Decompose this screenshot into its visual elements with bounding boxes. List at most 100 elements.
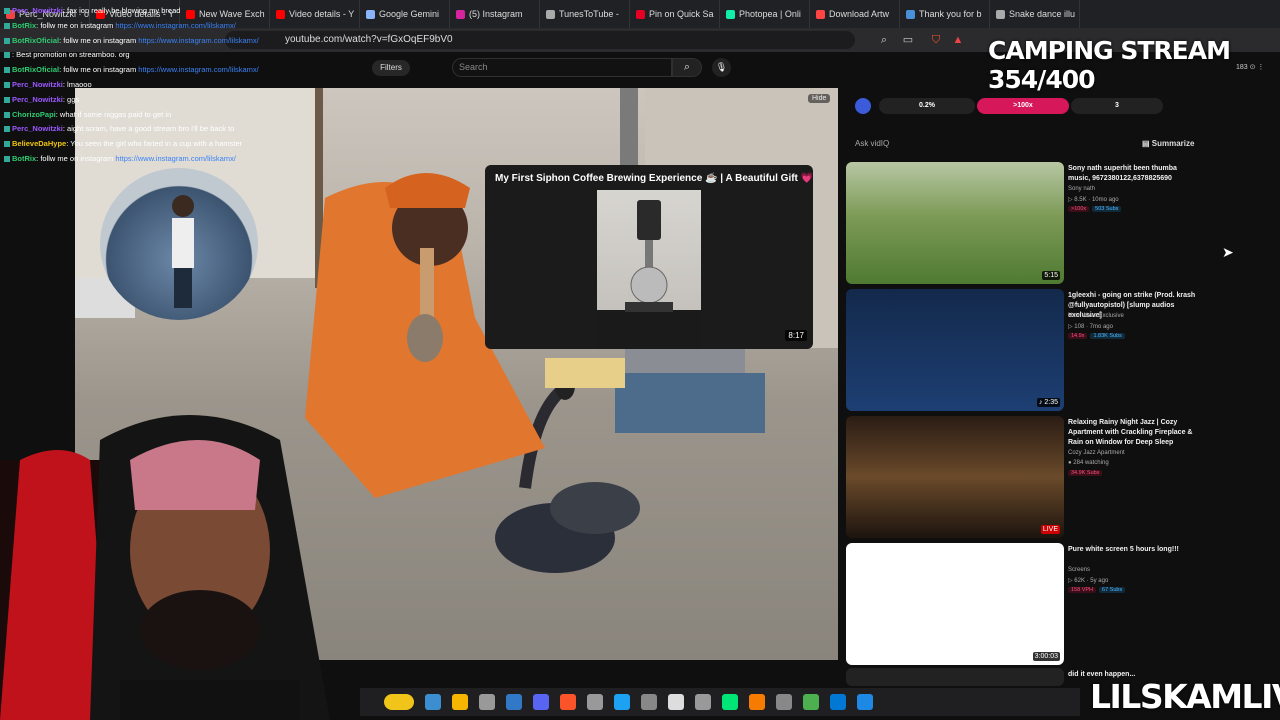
vidiq-tag: 34.9K Subs	[1068, 470, 1103, 476]
vidiq-icon[interactable]	[855, 98, 871, 114]
rewards-icon[interactable]: ▲	[952, 34, 964, 46]
miniplayer-title: My First Siphon Coffee Brewing Experienc…	[495, 173, 813, 184]
taskbar-app-icon[interactable]	[695, 694, 711, 710]
video-thumbnail[interactable]: 3:00:03	[846, 543, 1064, 665]
taskbar-app-icon[interactable]	[560, 694, 576, 710]
video-title[interactable]: Sony nath superhit been thumba music, 96…	[1068, 164, 1196, 184]
chat-text: : You seen the girl who farted in a cup …	[66, 139, 243, 149]
video-stats: ▷ 108 · 7mo ago	[1068, 324, 1113, 330]
taskbar-app-icon[interactable]	[425, 694, 441, 710]
recommended-video[interactable]: ♪ 2:35 1gleexhi - going on strike (Prod. …	[846, 289, 1196, 411]
tab-label: Pin on Quick Sa	[649, 9, 714, 19]
browser-tab[interactable]: Photopea | Onli	[720, 0, 810, 28]
channel-name[interactable]: Cozy Jazz Apartment	[1068, 450, 1125, 456]
badge-icon	[4, 111, 10, 118]
channel-name[interactable]: Sony nath	[1068, 186, 1095, 192]
miniplayer-video[interactable]	[597, 190, 701, 349]
browser-tab[interactable]: Pin on Quick Sa	[630, 0, 720, 28]
summarize-button[interactable]: ▤ Summarize	[1142, 139, 1194, 148]
tab-favicon-icon	[546, 9, 555, 19]
streamer-facecam	[0, 400, 370, 720]
search-button[interactable]: ⌕	[672, 58, 702, 77]
guest-camera	[100, 168, 258, 320]
chat-message: BelieveDaHype: You seen the girl who far…	[0, 137, 300, 152]
vidiq-tags: 34.9K Subs	[1068, 470, 1105, 476]
filters-button[interactable]: Filters	[372, 60, 410, 76]
taskbar-app-icon[interactable]	[668, 694, 684, 710]
miniplayer[interactable]: My First Siphon Coffee Brewing Experienc…	[485, 165, 813, 349]
video-title[interactable]: Relaxing Rainy Night Jazz | Cozy Apartme…	[1068, 418, 1196, 448]
chat-message: BotRixOficial: follw me on instagram htt…	[0, 63, 300, 78]
browser-tab[interactable]: Google Gemini	[360, 0, 450, 28]
chat-text: : Best promotion on streamboo. org	[12, 50, 130, 60]
vidiq-tag: >100x	[1068, 206, 1090, 212]
chat-username: BotRixOficial	[12, 35, 60, 45]
video-stats: ▷ 62K · 5y ago	[1068, 578, 1109, 584]
brand-overlay: LILSKAMLIVE	[1090, 677, 1280, 716]
brave-shield-icon[interactable]: ⛉	[930, 34, 942, 46]
taskbar-app-icon[interactable]	[749, 694, 765, 710]
url-field[interactable]: youtube.com/watch?v=fGxOqEF9bV0	[225, 31, 855, 49]
badge-icon	[4, 8, 10, 15]
video-thumbnail[interactable]: 5:15	[846, 162, 1064, 284]
chat-link[interactable]: https://www.instagram.com/lilskamx/	[138, 36, 258, 45]
recommended-video[interactable]: LIVE Relaxing Rainy Night Jazz | Cozy Apa…	[846, 416, 1196, 538]
video-duration: 3:00:03	[1032, 652, 1060, 661]
taskbar-app-icon[interactable]	[722, 694, 738, 710]
channel-name[interactable]: New Wave Exclusive	[1068, 313, 1124, 319]
hide-button[interactable]: Hide	[808, 94, 831, 103]
taskbar-app-icon[interactable]	[533, 694, 549, 710]
summarize-icon: ▤	[1142, 139, 1152, 148]
vidiq-stats-bar: 0.2% >100x 3	[855, 96, 1183, 116]
chat-username: BotRix	[12, 20, 37, 30]
chat-text: : follw me on instagram	[36, 20, 116, 30]
chat-text: : what if some niggas paid to get in	[55, 109, 172, 119]
channel-name[interactable]: Screens	[1068, 567, 1090, 573]
chat-link[interactable]: https://www.instagram.com/lilskamx/	[138, 65, 258, 74]
recommended-video[interactable]: 3:00:03 Pure white screen 5 hours long!!!…	[846, 543, 1196, 665]
browser-tab[interactable]: Thank you for b	[900, 0, 990, 28]
video-thumbnail[interactable]: ♪ 2:35	[846, 289, 1064, 411]
vidiq-tag: 1.83K Subs	[1090, 333, 1125, 339]
vidiq-pill-outlier: >100x	[977, 98, 1069, 114]
taskbar-app-icon[interactable]	[776, 694, 792, 710]
taskbar-app-icon[interactable]	[384, 694, 414, 710]
tab-favicon-icon	[636, 9, 645, 19]
tab-label: TunesToTube -	[559, 9, 619, 19]
chat-text: : follw me on instagram	[36, 153, 116, 163]
browser-tab[interactable]: Download Artw	[810, 0, 900, 28]
taskbar-app-icon[interactable]	[830, 694, 846, 710]
video-thumbnail[interactable]	[846, 668, 1064, 686]
taskbar-app-icon[interactable]	[587, 694, 603, 710]
chat-text: : ggs	[62, 94, 80, 104]
video-duration: ♪ 2:35	[1036, 398, 1060, 407]
taskbar-app-icon[interactable]	[614, 694, 630, 710]
taskbar-app-icon[interactable]	[641, 694, 657, 710]
browser-tab[interactable]: (5) Instagram	[450, 0, 540, 28]
tab-favicon-icon	[366, 9, 375, 19]
search-input[interactable]: Search	[452, 58, 672, 77]
chat-text: : follw me on instagram	[59, 65, 139, 75]
video-title[interactable]: Pure white screen 5 hours long!!!	[1068, 545, 1196, 555]
search-icon: ⌕	[683, 61, 691, 73]
browser-tab[interactable]: Snake dance illu	[990, 0, 1080, 28]
tab-label: Snake dance illu	[1009, 9, 1076, 19]
tab-label: Photopea | Onli	[739, 9, 801, 19]
browser-tab[interactable]: TunesToTube -	[540, 0, 630, 28]
chat-message: BotRix: follw me on instagram https://ww…	[0, 19, 300, 34]
chat-link[interactable]: https://www.instagram.com/lilskamx/	[115, 154, 235, 163]
taskbar-app-icon[interactable]	[479, 694, 495, 710]
taskbar-app-icon[interactable]	[506, 694, 522, 710]
recommended-video[interactable]: 5:15 Sony nath superhit been thumba music…	[846, 162, 1196, 284]
badge-icon	[4, 155, 10, 162]
video-duration: 5:15	[1042, 271, 1060, 280]
taskbar-app-icon[interactable]	[452, 694, 468, 710]
video-thumbnail[interactable]: LIVE	[846, 416, 1064, 538]
ask-vidiq-input[interactable]: Ask vidIQ	[855, 139, 889, 148]
mic-icon[interactable]: 🎙	[712, 58, 731, 77]
taskbar-app-icon[interactable]	[857, 694, 873, 710]
zoom-icon[interactable]: ⌕	[878, 34, 890, 46]
chat-link[interactable]: https://www.instagram.com/lilskamx/	[115, 21, 235, 30]
taskbar-app-icon[interactable]	[803, 694, 819, 710]
cast-icon[interactable]: ▭	[902, 34, 914, 46]
